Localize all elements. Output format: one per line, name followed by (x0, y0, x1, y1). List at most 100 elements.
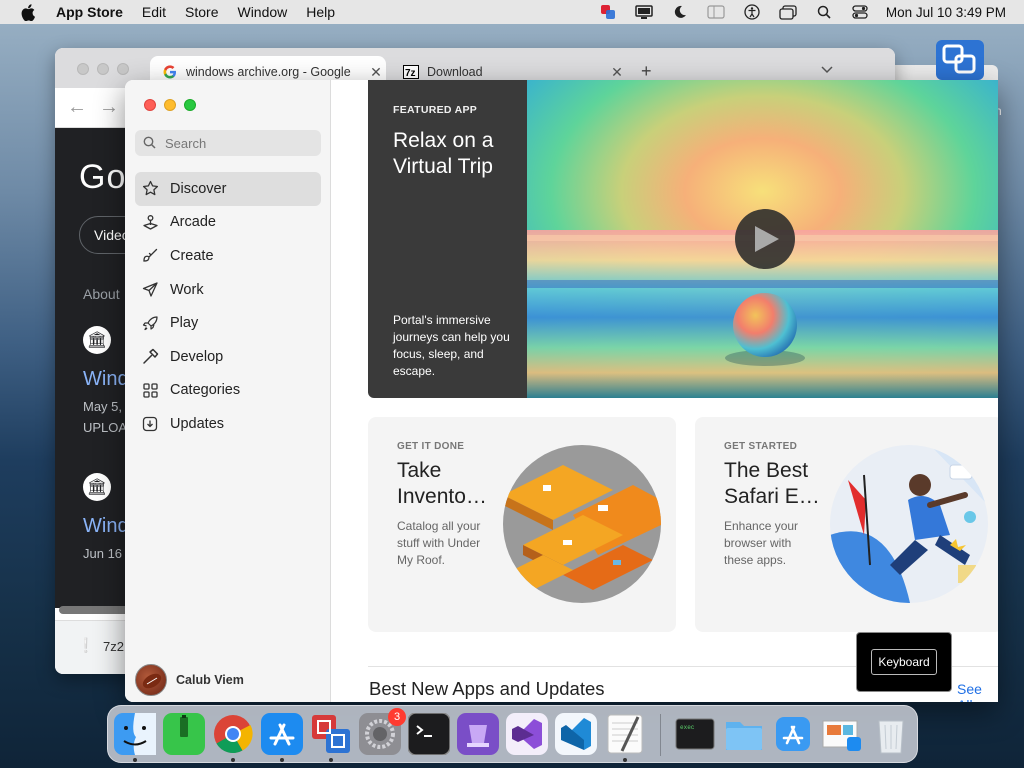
menu-window[interactable]: Window (237, 4, 287, 20)
card-description: Catalog all your stuff with Under My Roo… (397, 519, 481, 567)
back-arrow-icon[interactable]: ← (67, 96, 87, 119)
sidebar-item-develop[interactable]: Develop (135, 340, 321, 374)
forward-arrow-icon[interactable]: → (99, 96, 119, 119)
featured-text-panel: FEATURED APP Relax on a Virtual Trip Por… (368, 80, 527, 398)
spotlight-search-icon[interactable] (806, 0, 842, 24)
new-tab-button[interactable]: + (641, 61, 652, 82)
sidebar-item-play[interactable]: Play (135, 306, 321, 340)
section-title: Best New Apps and Updates (369, 678, 605, 699)
sidebar-item-label: Arcade (170, 214, 216, 231)
sidebar-item-categories[interactable]: Categories (135, 374, 321, 408)
browser-minimize-button[interactable] (97, 63, 109, 75)
svg-text:exec: exec (680, 724, 695, 731)
hammer-icon (141, 348, 159, 366)
sidebar-item-updates[interactable]: Updates (135, 407, 321, 441)
results-about-text: About (83, 286, 120, 302)
menu-clock[interactable]: Mon Jul 10 3:49 PM (886, 5, 1006, 20)
menu-help[interactable]: Help (306, 4, 335, 20)
system-preferences-icon[interactable]: 3 (358, 708, 406, 756)
tab-close-icon[interactable]: ✕ (366, 64, 386, 81)
user-account[interactable]: Calub Viem (135, 664, 244, 696)
control-center-icon[interactable] (842, 0, 878, 24)
terminal-icon[interactable] (407, 712, 451, 756)
exec-icon[interactable]: exec (673, 712, 717, 756)
card-title: The Best Safari E… (724, 459, 820, 508)
remote-desktop-window-icon (934, 38, 986, 82)
terminal-green-icon[interactable] (162, 712, 206, 756)
featured-app-banner[interactable]: FEATURED APP Relax on a Virtual Trip Por… (368, 80, 998, 398)
accessibility-icon[interactable] (734, 0, 770, 24)
apple-menu-icon[interactable] (0, 3, 56, 21)
story-card-inventory[interactable]: GET IT DONE Take Invento… Catalog all yo… (368, 417, 676, 632)
search-field[interactable] (135, 130, 321, 156)
search-input[interactable] (165, 135, 305, 151)
rocket-icon (141, 314, 159, 332)
search-result-title[interactable]: Wind (83, 368, 129, 391)
running-indicator (231, 758, 235, 762)
sidebar-item-discover[interactable]: Discover (135, 172, 321, 206)
tab-close-icon[interactable]: ✕ (607, 64, 627, 81)
zoom-button[interactable] (184, 99, 196, 111)
star-icon (141, 180, 159, 198)
preview-icon[interactable] (820, 712, 864, 756)
joystick-icon (141, 213, 159, 231)
visual-studio-icon[interactable] (505, 712, 549, 756)
finder-icon[interactable] (113, 712, 157, 756)
avatar (135, 664, 167, 696)
browser-tab-label: Download (427, 65, 483, 79)
minimize-button[interactable] (164, 99, 176, 111)
inventory-illustration (503, 445, 661, 603)
running-indicator (329, 758, 333, 762)
featured-eyebrow: FEATURED APP (393, 104, 478, 116)
google-g-icon (162, 64, 178, 80)
chrome-icon[interactable] (211, 712, 255, 756)
7zip-icon: 7z (403, 64, 419, 80)
sidebar-item-label: Categories (170, 382, 241, 399)
app-store-window: Discover Arcade Create Work Play Develop (125, 80, 998, 702)
download-file-name[interactable]: 7z2 (103, 639, 124, 654)
window-switch-icon[interactable] (770, 0, 806, 24)
dark-mode-icon[interactable] (662, 0, 698, 24)
dock-separator (660, 714, 661, 756)
close-button[interactable] (144, 99, 156, 111)
chevron-down-icon[interactable] (821, 63, 833, 77)
paperplane-icon (141, 281, 159, 299)
see-all-link[interactable]: See All (957, 681, 998, 702)
keyboard-button[interactable]: Keyboard (871, 649, 937, 675)
remote-desktop-icon[interactable] (309, 712, 353, 756)
folder-icon[interactable] (722, 712, 766, 756)
mosaic-icon[interactable] (456, 712, 500, 756)
card-title: Take Invento… (397, 459, 487, 508)
featured-headline: Relax on a Virtual Trip (393, 129, 494, 178)
search-result-snippet: UPLOA (83, 420, 128, 435)
sidebar-item-label: Updates (170, 415, 225, 432)
sidebar-item-create[interactable]: Create (135, 239, 321, 273)
brush-icon (141, 247, 159, 265)
menu-store[interactable]: Store (185, 4, 218, 20)
trash-icon[interactable] (869, 712, 913, 756)
browser-zoom-button[interactable] (117, 63, 129, 75)
card-description: Enhance your browser with these apps. (724, 519, 799, 567)
textedit-icon[interactable] (603, 712, 647, 756)
app-store-main: FEATURED APP Relax on a Virtual Trip Por… (331, 80, 998, 702)
browser-close-button[interactable] (77, 63, 89, 75)
app-store-icon[interactable] (260, 712, 304, 756)
browser-window-controls (77, 63, 129, 75)
featured-blurb: Portal's immersive journeys can help you… (393, 313, 510, 378)
sidebar-item-label: Discover (170, 180, 227, 197)
sidebar-item-arcade[interactable]: Arcade (135, 206, 321, 240)
sidebar-item-label: Work (170, 281, 204, 298)
search-result-title[interactable]: Wind (83, 515, 129, 538)
running-indicator (623, 758, 627, 762)
card-eyebrow: GET STARTED (724, 441, 798, 452)
display-icon[interactable] (626, 0, 662, 24)
story-card-safari[interactable]: GET STARTED The Best Safari E… Enhance y… (695, 417, 998, 632)
menu-app-name[interactable]: App Store (56, 4, 123, 20)
sidebar-item-work[interactable]: Work (135, 273, 321, 307)
sidebar-status-icon[interactable] (698, 0, 734, 24)
app-store-downloads-icon[interactable] (771, 712, 815, 756)
browser-tab-label: windows archive.org - Google (186, 65, 351, 79)
remote-desktop-status-icon[interactable] (590, 0, 626, 24)
vscode-icon[interactable] (554, 712, 598, 756)
menu-edit[interactable]: Edit (142, 4, 166, 20)
